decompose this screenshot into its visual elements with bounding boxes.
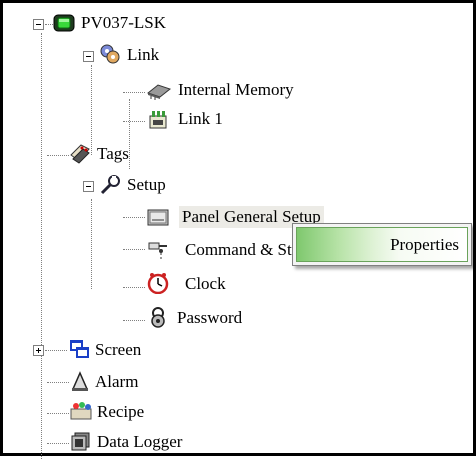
tree-line	[91, 65, 92, 155]
tree-item-link[interactable]: Link	[124, 44, 162, 66]
tree-item-internal-memory[interactable]: Internal Memory	[175, 79, 297, 101]
tree-item-clock[interactable]: Clock	[182, 273, 229, 295]
tree-item-tags[interactable]: Tags	[94, 143, 132, 165]
command-status-icon	[147, 239, 167, 259]
tree-line	[47, 382, 69, 383]
wrench-icon	[99, 174, 120, 195]
panel-settings-icon	[147, 207, 169, 227]
link-network-icon	[99, 43, 120, 64]
tree-item-password[interactable]: Password	[174, 307, 245, 329]
tree-line	[91, 199, 92, 289]
data-logger-icon	[69, 431, 90, 451]
tree-line	[123, 287, 145, 288]
context-menu: Properties	[292, 223, 472, 266]
screen-expand-toggle[interactable]	[33, 345, 44, 356]
root-collapse-toggle[interactable]	[33, 19, 44, 30]
screen-windows-icon	[69, 339, 89, 359]
tags-icon	[69, 143, 90, 164]
alarm-bell-icon	[69, 371, 89, 391]
context-menu-properties[interactable]: Properties	[296, 227, 468, 262]
tree-item-screen[interactable]: Screen	[92, 339, 144, 361]
tree-line	[123, 320, 145, 321]
tree-item-alarm[interactable]: Alarm	[92, 371, 141, 393]
tree-item-data-logger[interactable]: Data Logger	[94, 431, 185, 453]
tree-line	[41, 33, 42, 459]
recipe-icon	[69, 401, 92, 421]
clock-icon	[147, 272, 169, 295]
tree-item-root[interactable]: PV037-LSK	[78, 12, 169, 34]
tree-line	[123, 249, 145, 250]
password-lock-icon	[147, 306, 167, 328]
plc-link-icon	[147, 108, 167, 129]
memory-chip-icon	[146, 81, 172, 101]
panel-device-icon	[53, 12, 75, 32]
setup-collapse-toggle[interactable]	[83, 181, 94, 192]
tree-item-link-1[interactable]: Link 1	[175, 108, 226, 130]
context-menu-properties-label: Properties	[390, 235, 459, 254]
tree-line	[47, 413, 69, 414]
tree-line	[45, 350, 67, 351]
tree-line	[47, 443, 69, 444]
tree-line	[47, 155, 69, 156]
tree-line	[123, 121, 145, 122]
tree-line	[123, 92, 145, 93]
tree-item-setup[interactable]: Setup	[124, 174, 169, 196]
tree-line	[123, 217, 145, 218]
link-collapse-toggle[interactable]	[83, 51, 94, 62]
tree-item-recipe[interactable]: Recipe	[94, 401, 147, 423]
